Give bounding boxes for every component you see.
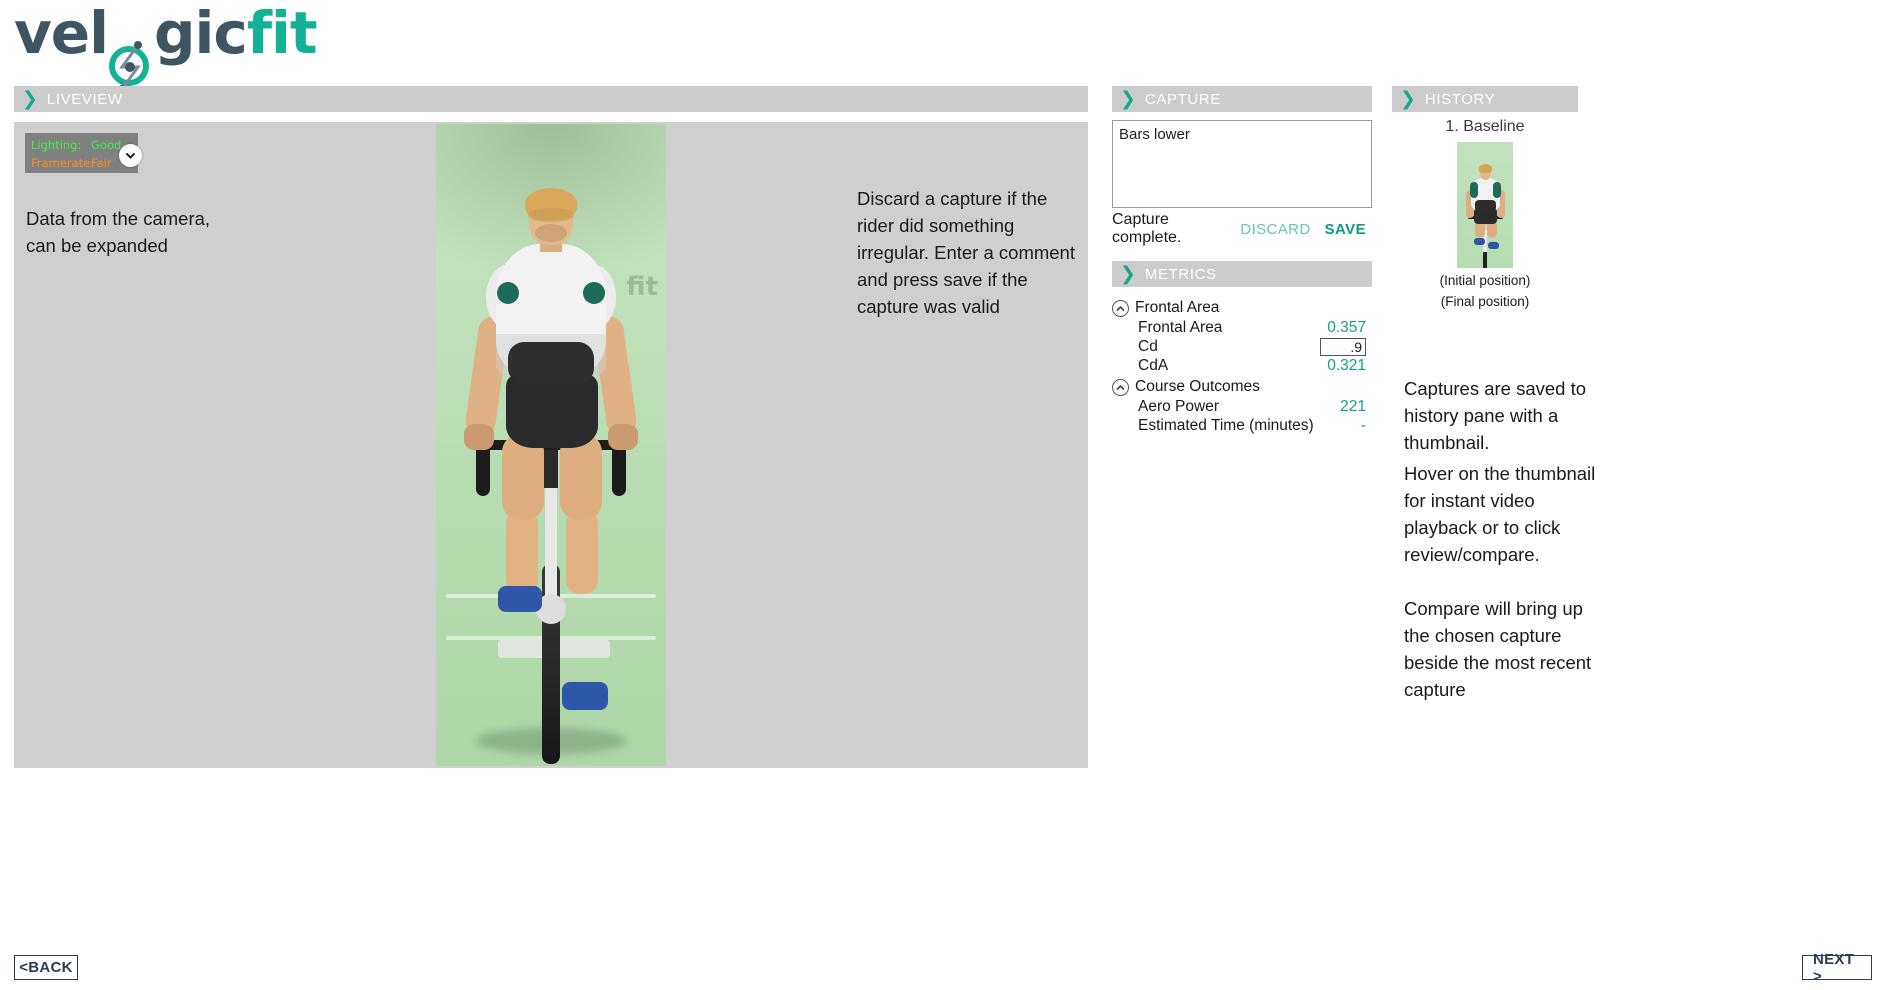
chevron-right-icon: ❯ [1400, 87, 1416, 110]
annotation-camera-data: Data from the camera, can be expanded [26, 208, 211, 256]
annotation-history-compare: Compare will bring up the chosen capture… [1404, 598, 1592, 700]
capture-title: CAPTURE [1144, 90, 1221, 108]
logo-text-fit: fit [246, 0, 318, 67]
metric-value: 221 [1340, 397, 1366, 415]
history-caption-initial: (Initial position) [1439, 273, 1531, 288]
history-caption-final: (Final position) [1440, 294, 1530, 309]
chevron-right-icon: ❯ [1120, 87, 1136, 110]
app-root: vel gic fit ❯ LIVEVIEW Lighting: Good Fra… [0, 0, 1886, 990]
metric-value: - [1360, 416, 1366, 434]
metric-label: Cd [1138, 337, 1158, 355]
metric-label: Frontal Area [1138, 318, 1223, 336]
metric-row-aero-power: Aero Power 221 [1112, 397, 1374, 416]
metric-label: Estimated Time (minutes) [1138, 416, 1314, 434]
annotation-history-hover: Hover on the thumbnail for instant video… [1404, 463, 1596, 565]
discard-button[interactable]: DISCARD [1240, 221, 1310, 238]
chevron-right-icon: ❯ [22, 87, 38, 110]
metrics-title: METRICS [1144, 265, 1217, 283]
framerate-value: Fair [91, 156, 112, 170]
metric-row-cda: CdA 0.321 [1112, 356, 1374, 375]
metrics-group-course-outcomes[interactable]: Course Outcomes [1112, 377, 1374, 397]
framerate-status-row: Framerate:Fair [31, 154, 132, 172]
metric-row-frontal-area: Frontal Area 0.357 [1112, 318, 1374, 337]
framerate-label: Framerate: [31, 156, 95, 170]
chevron-right-icon: ❯ [1120, 262, 1136, 285]
cyclist-figure [436, 124, 666, 766]
history-list: 1. Baseline (Initial position) (Final po… [1392, 118, 1578, 310]
liveview-title: LIVEVIEW [46, 90, 123, 108]
annotation-history-saved: Captures are saved to history pane with … [1404, 378, 1587, 453]
velogicfit-logo: vel gic fit [14, 0, 318, 93]
metric-value: 0.357 [1327, 318, 1366, 336]
logo-text-gic: gic [154, 0, 248, 67]
lighting-status-row: Lighting: Good [31, 136, 132, 154]
metric-label: CdA [1138, 356, 1169, 374]
chevron-up-icon [1112, 299, 1129, 317]
chevron-down-icon [126, 153, 135, 159]
history-title: HISTORY [1424, 90, 1496, 108]
metrics-list: Frontal Area Frontal Area 0.357 Cd CdA 0… [1112, 296, 1374, 435]
liveview-section-header[interactable]: ❯ LIVEVIEW [14, 86, 1088, 112]
annotation-capture-instructions: Discard a capture if the rider did somet… [857, 188, 1075, 317]
next-button[interactable]: NEXT > [1802, 951, 1872, 985]
camera-expand-button[interactable] [119, 144, 142, 167]
chevron-up-icon [1112, 378, 1129, 396]
capture-comment-input[interactable] [1112, 120, 1372, 208]
metric-value: 0.321 [1327, 356, 1366, 374]
logo-text-velo: vel [14, 0, 109, 67]
metric-label: Aero Power [1138, 397, 1219, 415]
liveview-video-frame[interactable]: fit [436, 124, 666, 766]
save-button[interactable]: SAVE [1325, 221, 1366, 238]
liveview-panel: Lighting: Good Framerate:Fair Data from t… [14, 122, 1088, 768]
metrics-section-header[interactable]: ❯ METRICS [1112, 261, 1372, 287]
metrics-group-frontal-area[interactable]: Frontal Area [1112, 298, 1374, 318]
capture-section-header[interactable]: ❯ CAPTURE [1112, 86, 1372, 112]
capture-actions-bar: Capture complete. DISCARD SAVE [1112, 211, 1372, 246]
history-section-header[interactable]: ❯ HISTORY [1392, 86, 1578, 112]
capture-status-text: Capture complete. [1112, 211, 1182, 246]
cd-input[interactable] [1320, 337, 1366, 356]
back-button[interactable]: <BACK [14, 955, 78, 980]
lighting-value: Good [91, 138, 122, 152]
metrics-group-label: Frontal Area [1135, 299, 1220, 316]
history-entry-title: 1. Baseline [1445, 118, 1525, 135]
metric-row-estimated-time: Estimated Time (minutes) - [1112, 416, 1374, 435]
camera-status-box: Lighting: Good Framerate:Fair [25, 133, 142, 173]
lighting-label: Lighting: [31, 138, 82, 152]
metrics-group-label: Course Outcomes [1135, 378, 1260, 395]
metric-row-cd: Cd [1112, 337, 1374, 356]
history-thumbnail[interactable] [1457, 142, 1513, 268]
